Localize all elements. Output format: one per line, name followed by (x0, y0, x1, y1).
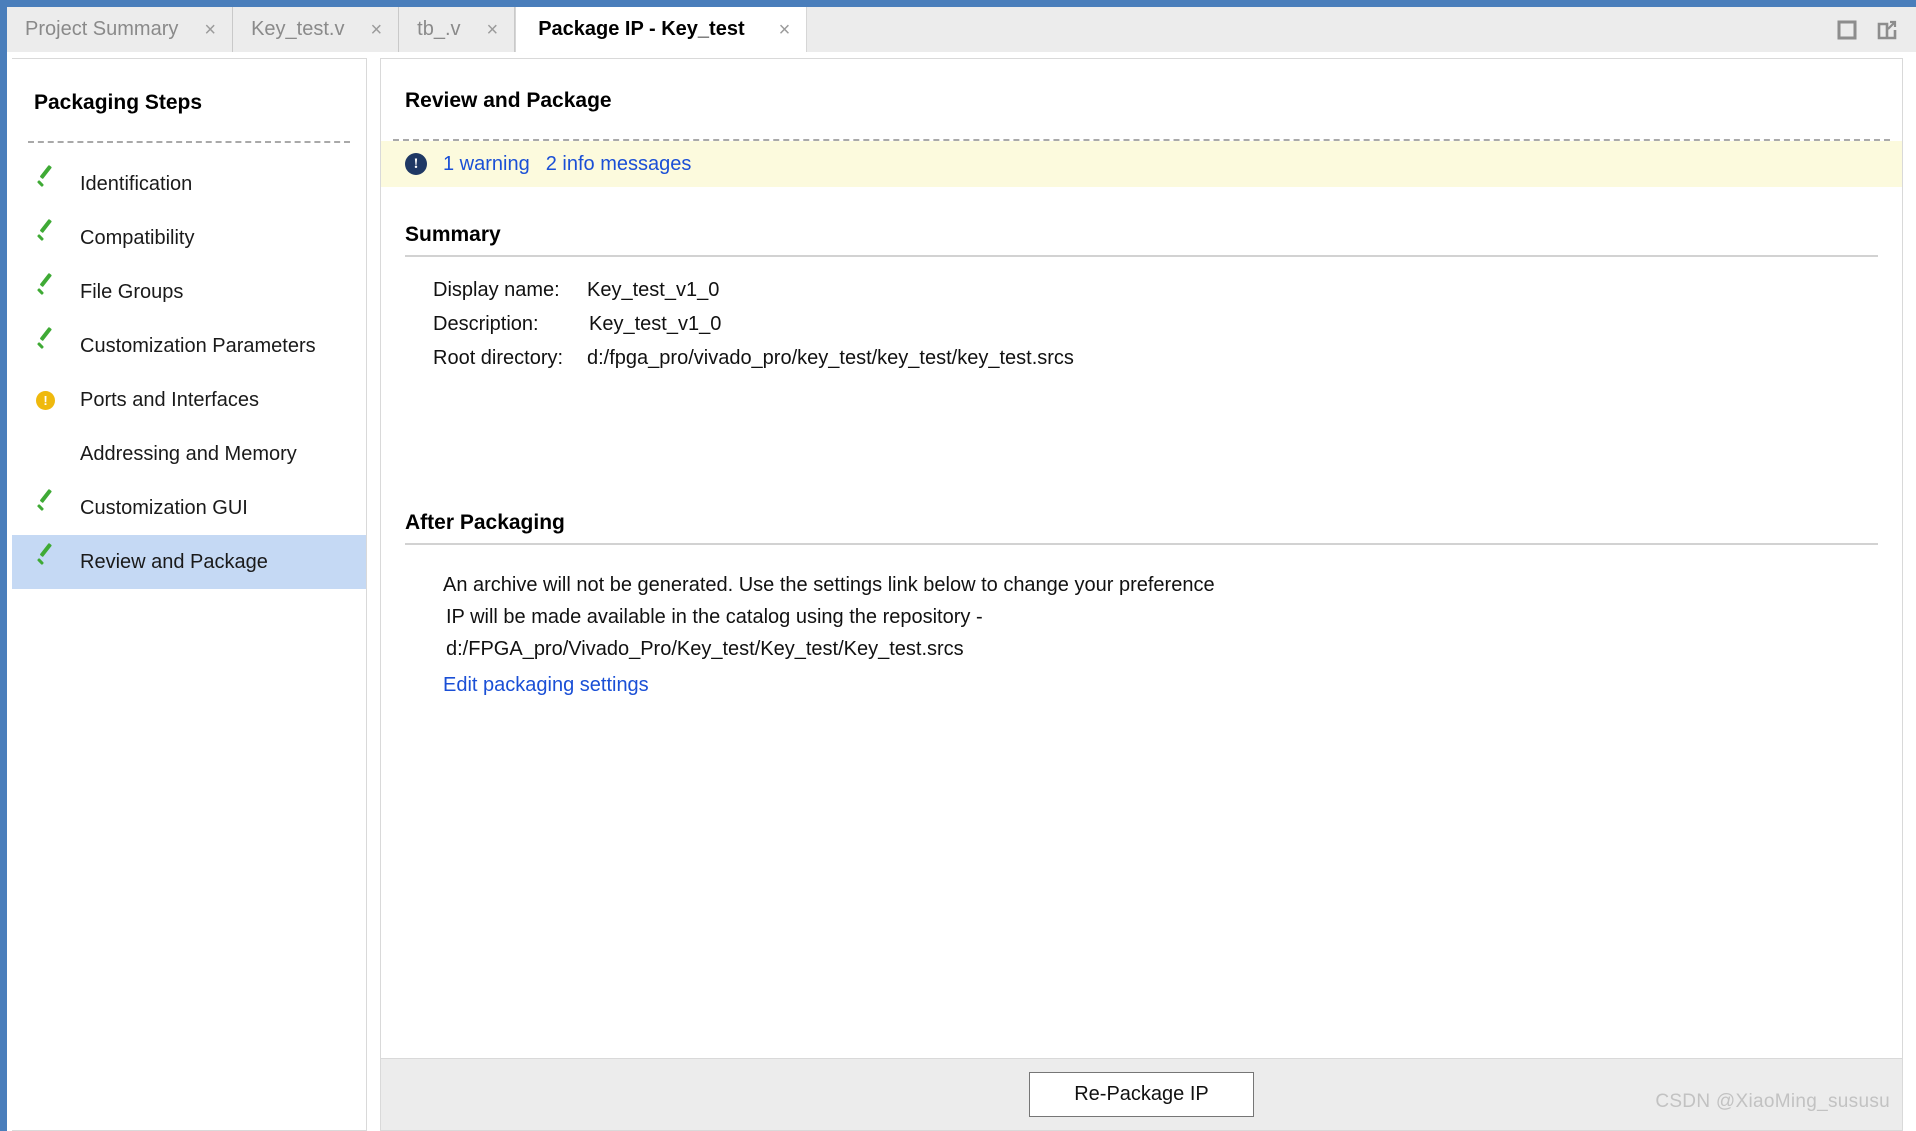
summary-title: Summary (405, 223, 501, 246)
panel-separator (368, 58, 380, 1131)
sidebar-item-label: File Groups (80, 280, 184, 303)
check-icon (36, 226, 66, 250)
packaging-steps-panel: Packaging Steps Identification Compatibi… (12, 58, 367, 1131)
warning-link[interactable]: 1 warning (443, 153, 530, 176)
sidebar-item-customization-gui[interactable]: Customization GUI (12, 481, 366, 535)
sidebar-item-label: Customization GUI (80, 496, 248, 519)
content-scroll-region: Summary Display name: Key_test_v1_0 Desc… (381, 187, 1902, 1058)
tab-project-summary[interactable]: Project Summary × (7, 7, 234, 52)
summary-row-root-directory: Root directory: d:/fpga_pro/vivado_pro/k… (433, 347, 1878, 381)
summary-label: Display name: (433, 279, 560, 301)
float-window-icon[interactable] (1876, 19, 1898, 41)
window-left-accent (0, 0, 7, 1131)
check-icon (36, 550, 66, 574)
check-icon (36, 496, 66, 520)
message-bar: ! 1 warning 2 info messages (381, 141, 1902, 187)
summary-value: Key_test_v1_0 (587, 279, 720, 301)
summary-rule (405, 255, 1878, 257)
window-controls (1836, 7, 1916, 52)
steps-divider (28, 141, 350, 143)
sidebar-item-file-groups[interactable]: File Groups (12, 265, 366, 319)
sidebar-item-label: Compatibility (80, 226, 195, 249)
check-icon (36, 334, 66, 358)
sidebar-item-label: Addressing and Memory (80, 442, 297, 465)
sidebar-item-label: Ports and Interfaces (80, 388, 259, 411)
check-icon (36, 280, 66, 304)
sidebar-item-identification[interactable]: Identification (12, 157, 366, 211)
after-packaging-title: After Packaging (405, 511, 565, 534)
sidebar-item-addressing-and-memory[interactable]: Addressing and Memory (12, 427, 366, 481)
sidebar-item-label: Review and Package (80, 550, 268, 573)
after-packaging-line-archive: An archive will not be generated. Use th… (443, 573, 1215, 596)
sidebar-item-review-and-package[interactable]: Review and Package (12, 535, 366, 589)
maximize-icon[interactable] (1836, 19, 1858, 41)
tab-label: Project Summary (25, 18, 179, 40)
window-top-accent (0, 0, 1916, 7)
no-status-icon (36, 442, 66, 466)
after-packaging-section: After Packaging An archive will not be g… (381, 511, 1902, 701)
summary-value: d:/fpga_pro/vivado_pro/key_test/key_test… (587, 347, 1074, 369)
sidebar-item-ports-and-interfaces[interactable]: ! Ports and Interfaces (12, 373, 366, 427)
after-packaging-line-repository: IP will be made available in the catalog… (446, 605, 983, 628)
close-icon[interactable]: × (775, 20, 795, 40)
summary-row-description: Description: Key_test_v1_0 (433, 313, 1878, 347)
packaging-steps-list: Identification Compatibility File Groups… (12, 157, 366, 589)
tab-tb-v[interactable]: tb_.v × (399, 7, 516, 52)
summary-section: Summary Display name: Key_test_v1_0 Desc… (381, 223, 1902, 381)
info-icon: ! (405, 153, 427, 175)
summary-row-display-name: Display name: Key_test_v1_0 (433, 279, 1878, 313)
close-icon[interactable]: × (483, 20, 503, 40)
summary-rows: Display name: Key_test_v1_0 Description:… (433, 279, 1878, 381)
float-window-icon-svg (1877, 20, 1897, 39)
tab-key-test-v[interactable]: Key_test.v × (233, 7, 400, 52)
sidebar-item-compatibility[interactable]: Compatibility (12, 211, 366, 265)
tab-package-ip[interactable]: Package IP - Key_test × (515, 7, 808, 52)
after-packaging-rule (405, 543, 1878, 545)
check-icon (36, 172, 66, 196)
tab-label: Key_test.v (251, 18, 345, 40)
tab-bar-filler (807, 7, 1836, 52)
body-area: Packaging Steps Identification Compatibi… (7, 52, 1916, 1131)
sidebar-item-label: Identification (80, 172, 193, 195)
summary-value: Key_test_v1_0 (589, 313, 722, 335)
summary-label: Description: (433, 313, 539, 335)
close-icon[interactable]: × (366, 20, 386, 40)
package-ip-window: Project Summary × Key_test.v × tb_.v × P… (0, 0, 1916, 1131)
re-package-ip-button[interactable]: Re-Package IP (1029, 1072, 1254, 1117)
edit-packaging-settings-link[interactable]: Edit packaging settings (443, 669, 649, 701)
warning-icon: ! (36, 388, 66, 412)
info-messages-link[interactable]: 2 info messages (546, 153, 692, 176)
after-packaging-lines: An archive will not be generated. Use th… (443, 569, 1878, 701)
after-packaging-line-path: d:/FPGA_pro/Vivado_Pro/Key_test/Key_test… (446, 637, 964, 660)
tab-bar: Project Summary × Key_test.v × tb_.v × P… (7, 7, 1916, 52)
packaging-steps-title: Packaging Steps (34, 91, 203, 114)
close-icon[interactable]: × (200, 20, 220, 40)
page-title: Review and Package (405, 89, 612, 112)
tab-label: Package IP - Key_test (538, 18, 745, 40)
maximize-icon-svg (1837, 20, 1857, 39)
summary-label: Root directory: (433, 347, 564, 369)
tab-label: tb_.v (417, 18, 461, 40)
review-and-package-panel: Review and Package ! 1 warning 2 info me… (380, 58, 1903, 1131)
sidebar-item-label: Customization Parameters (80, 334, 316, 357)
watermark: CSDN @XiaoMing_sususu (1655, 1091, 1890, 1112)
sidebar-item-customization-parameters[interactable]: Customization Parameters (12, 319, 366, 373)
